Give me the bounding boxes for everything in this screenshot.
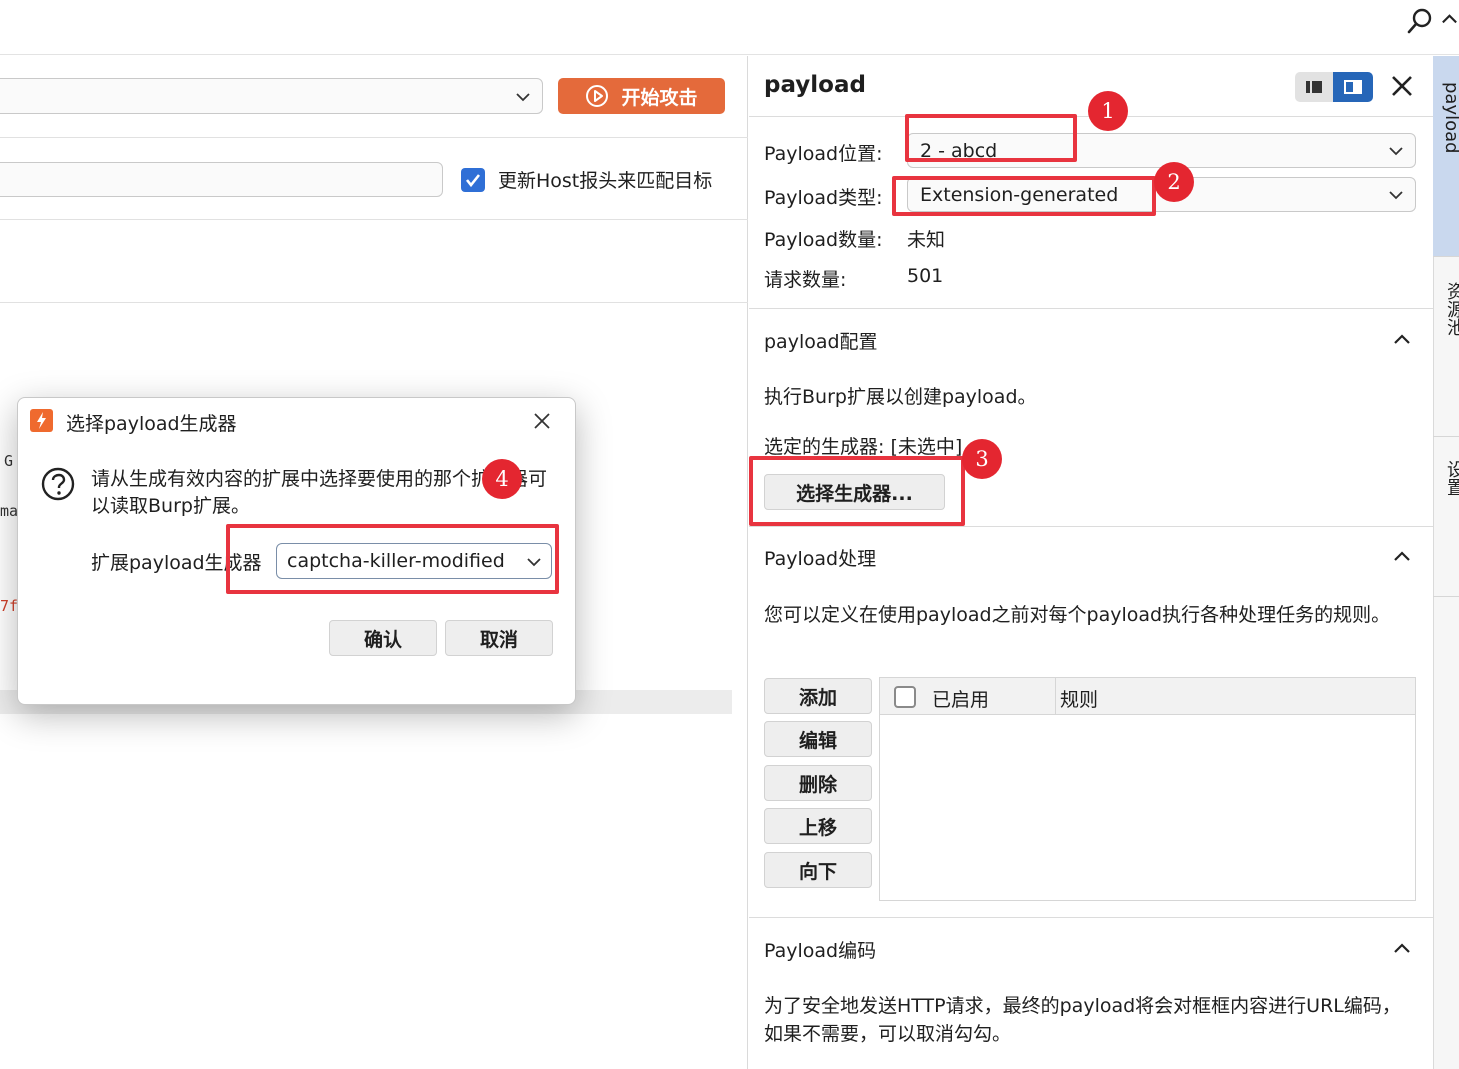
clipped-text: 7f <box>0 597 19 615</box>
column-rule[interactable]: 规则 <box>1060 685 1098 712</box>
payload-count-label: Payload数量: <box>764 229 883 251</box>
annotation-box-1 <box>905 114 1077 162</box>
payload-config-heading: payload配置 <box>764 331 878 353</box>
chevron-down-icon <box>1389 147 1403 156</box>
question-icon <box>41 467 75 501</box>
payload-config-description: 执行Burp扩展以创建payload。 <box>764 386 1037 408</box>
annotation-badge-3: 3 <box>962 439 1002 479</box>
request-count-label: 请求数量: <box>764 269 847 291</box>
payload-encoding-heading: Payload编码 <box>764 940 877 962</box>
annotation-badge-1: 1 <box>1088 91 1128 131</box>
payload-encoding-description: 为了安全地发送HTTP请求，最终的payload将会对框框内容进行URL编码，如… <box>764 995 1401 1045</box>
column-enabled[interactable]: 已启用 <box>932 685 989 712</box>
side-tab-resource-pool[interactable]: 资源池 <box>1441 282 1459 336</box>
side-tab-payload-label[interactable]: payload <box>1441 82 1459 154</box>
add-rule-button[interactable]: 添加 <box>764 678 872 714</box>
payload-processing-description: 您可以定义在使用payload之前对每个payload执行各种处理任务的规则。 <box>764 604 1391 626</box>
annotation-box-2 <box>892 176 1156 216</box>
table-header: 已启用 规则 <box>880 678 1415 715</box>
chevron-up-icon[interactable] <box>1392 546 1412 566</box>
chevron-up-icon[interactable] <box>1392 329 1412 349</box>
request-count-value: 501 <box>907 265 944 287</box>
move-down-button[interactable]: 向下 <box>764 852 872 888</box>
edit-rule-button[interactable]: 编辑 <box>764 721 872 757</box>
move-up-button[interactable]: 上移 <box>764 808 872 844</box>
payload-count-value: 未知 <box>907 229 946 251</box>
update-host-label: 更新Host报头来匹配目标 <box>498 170 713 192</box>
layout-list-icon[interactable] <box>1295 72 1333 102</box>
annotation-box-3 <box>749 456 965 526</box>
annotation-badge-4: 4 <box>482 459 522 499</box>
panel-title: payload <box>764 72 866 98</box>
annotation-badge-2: 2 <box>1154 162 1194 202</box>
chevron-up-icon[interactable] <box>1440 10 1459 29</box>
target-select[interactable] <box>0 78 543 114</box>
clipped-text: ma <box>0 502 19 520</box>
side-tab-settings[interactable]: 设置 <box>1441 460 1459 496</box>
payload-type-label: Payload类型: <box>764 187 883 209</box>
close-icon[interactable] <box>531 410 553 432</box>
clipped-text: G <box>4 452 14 470</box>
chevron-down-icon <box>516 93 530 102</box>
dialog-title: 选择payload生成器 <box>66 413 237 435</box>
search-icon[interactable] <box>1406 6 1436 36</box>
play-icon <box>586 85 609 107</box>
cancel-button[interactable]: 取消 <box>445 620 553 656</box>
layout-toggle[interactable] <box>1295 72 1373 102</box>
select-all-checkbox[interactable] <box>894 686 916 708</box>
chevron-down-icon <box>1389 191 1403 200</box>
start-attack-label: 开始攻击 <box>621 86 698 109</box>
checkmark-icon <box>465 174 481 188</box>
top-toolbar <box>0 0 1459 55</box>
start-attack-button[interactable]: 开始攻击 <box>558 78 725 114</box>
burp-app-icon <box>30 409 53 432</box>
payload-position-label: Payload位置: <box>764 143 883 165</box>
processing-rules-table[interactable]: 已启用 规则 <box>879 677 1416 901</box>
delete-rule-button[interactable]: 删除 <box>764 765 872 801</box>
close-icon[interactable] <box>1389 73 1415 99</box>
layout-split-icon[interactable] <box>1333 72 1373 102</box>
ok-button[interactable]: 确认 <box>329 620 437 656</box>
host-input[interactable] <box>0 162 443 197</box>
annotation-box-4 <box>226 524 559 594</box>
update-host-checkbox[interactable] <box>461 168 485 192</box>
chevron-up-icon[interactable] <box>1392 938 1412 958</box>
payload-processing-heading: Payload处理 <box>764 548 877 570</box>
